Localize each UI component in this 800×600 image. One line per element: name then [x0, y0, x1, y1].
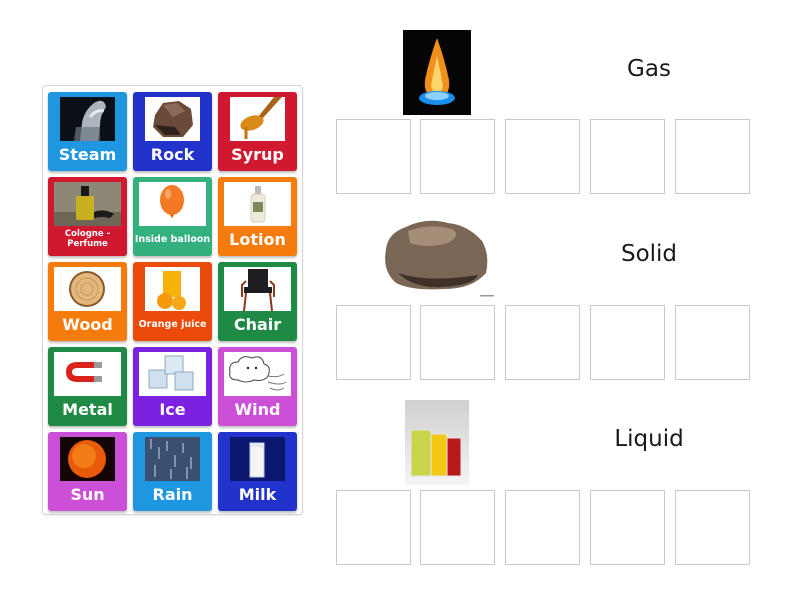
liquid-drinks-image	[405, 400, 469, 485]
tile-label: Wind	[234, 400, 281, 419]
magnet-image	[54, 352, 121, 396]
tile-lotion[interactable]: Lotion	[218, 177, 297, 256]
tile-wood[interactable]: Wood	[48, 262, 127, 341]
tile-milk[interactable]: Milk	[218, 432, 297, 511]
drop-slot-gas-4[interactable]	[590, 119, 665, 194]
perfume-image	[54, 182, 121, 226]
drop-slot-liquid-5[interactable]	[675, 490, 750, 565]
drop-slot-liquid-3[interactable]	[505, 490, 580, 565]
tile-steam[interactable]: Steam	[48, 92, 127, 171]
drop-slot-solid-1[interactable]	[336, 305, 411, 380]
tile-label: Syrup	[231, 145, 284, 164]
tile-bank: Steam Rock Syrup Cologne - Perfume Insid…	[42, 85, 303, 515]
tile-label: Steam	[58, 145, 117, 164]
tile-sun[interactable]: Sun	[48, 432, 127, 511]
tile-wind[interactable]: Wind	[218, 347, 297, 426]
category-title-solid: Solid	[620, 241, 678, 267]
tile-label: Rock	[150, 145, 195, 164]
orange-juice-image	[145, 267, 200, 311]
tile-inside-balloon[interactable]: Inside balloon	[133, 177, 212, 256]
tile-orange-juice[interactable]: Orange juice	[133, 262, 212, 341]
tile-syrup[interactable]: Syrup	[218, 92, 297, 171]
rock-image	[145, 97, 200, 141]
tile-label: Lotion	[229, 230, 286, 249]
drop-slot-solid-3[interactable]	[505, 305, 580, 380]
gas-flame-image	[403, 30, 471, 115]
drop-slot-gas-5[interactable]	[675, 119, 750, 194]
wood-image	[54, 267, 121, 311]
drop-slot-solid-4[interactable]	[590, 305, 665, 380]
syrup-image	[230, 97, 285, 141]
tile-label: Rain	[152, 485, 193, 504]
tile-label: Inside balloon	[134, 234, 211, 245]
category-title-liquid: Liquid	[614, 426, 684, 452]
tile-label: Milk	[238, 485, 277, 504]
chair-image	[224, 267, 291, 311]
tile-label: Chair	[233, 315, 282, 334]
tile-rain[interactable]: Rain	[133, 432, 212, 511]
tile-label: Cologne - Perfume	[64, 229, 111, 249]
tile-rock[interactable]: Rock	[133, 92, 212, 171]
tile-label: Sun	[70, 485, 105, 504]
sun-image	[60, 437, 115, 481]
drop-slot-gas-2[interactable]	[420, 119, 495, 194]
rain-image	[145, 437, 200, 481]
tile-label: Ice	[159, 400, 186, 419]
drop-slot-solid-5[interactable]	[675, 305, 750, 380]
drop-slot-gas-1[interactable]	[336, 119, 411, 194]
tile-label: Orange juice	[138, 319, 207, 330]
lotion-image	[224, 182, 291, 226]
drop-slot-gas-3[interactable]	[505, 119, 580, 194]
milk-image	[230, 437, 285, 481]
category-title-gas: Gas	[627, 56, 671, 82]
tile-label: Metal	[62, 400, 113, 419]
steam-image	[60, 97, 115, 141]
drop-slot-solid-2[interactable]	[420, 305, 495, 380]
tile-cologne-perfume[interactable]: Cologne - Perfume	[48, 177, 127, 256]
balloon-image	[139, 182, 206, 226]
drop-slot-liquid-2[interactable]	[420, 490, 495, 565]
drop-slot-liquid-4[interactable]	[590, 490, 665, 565]
wind-image	[224, 352, 291, 396]
tile-metal[interactable]: Metal	[48, 347, 127, 426]
tile-chair[interactable]: Chair	[218, 262, 297, 341]
solid-rock-image	[378, 213, 500, 299]
tile-ice[interactable]: Ice	[133, 347, 212, 426]
ice-image	[139, 352, 206, 396]
drop-slot-liquid-1[interactable]	[336, 490, 411, 565]
tile-label: Wood	[62, 315, 113, 334]
